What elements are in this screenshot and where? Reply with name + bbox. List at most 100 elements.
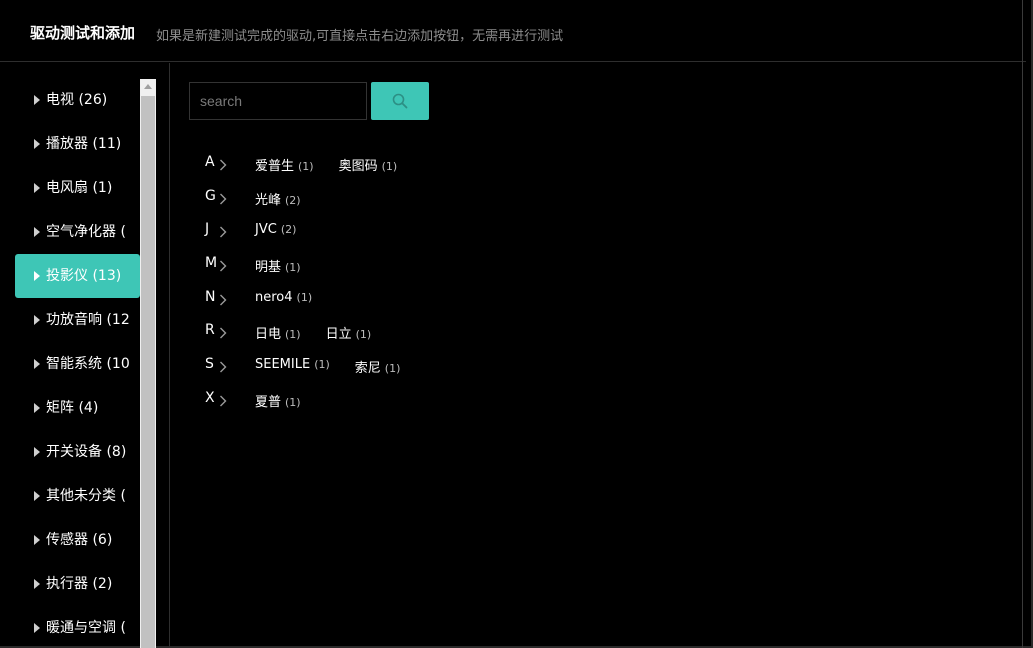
brand-link[interactable]: nero4 (1)	[255, 290, 312, 305]
sidebar-item[interactable]: 矩阵 (4)	[15, 386, 140, 430]
window-edge	[1022, 0, 1023, 648]
sidebar-item[interactable]: 传感器 (6)	[15, 518, 140, 562]
brand-link[interactable]: 奥图码 (1)	[339, 155, 398, 174]
brand-list: 夏普 (1)	[255, 391, 301, 410]
brand-name: 光峰	[255, 192, 282, 208]
brand-name: 奥图码	[338, 159, 378, 174]
brand-link[interactable]: 日电 (1)	[255, 323, 301, 342]
group-letter: M	[205, 255, 218, 272]
category-list: 电视 (26) 播放器 (11) 电风扇 (1) 空气净化器 ( 投影仪 (13) 功放音…	[15, 78, 140, 648]
page-title: 驱动测试和添加	[30, 24, 136, 42]
page-header: 驱动测试和添加 如果是新建测试完成的驱动,可直接点击右边添加按钮，无需再进行测试	[0, 0, 1026, 62]
chevron-right-icon	[219, 190, 227, 209]
brand-list: nero4 (1)	[255, 290, 312, 305]
brand-count: (1)	[285, 328, 301, 342]
brand-count: (1)	[296, 290, 313, 304]
sidebar-item[interactable]: 投影仪 (13)	[15, 254, 140, 298]
sidebar-item[interactable]: 智能系统 (10	[15, 342, 140, 386]
sidebar-item[interactable]: 其他未分类 (	[15, 474, 140, 518]
caret-right-icon	[34, 359, 40, 369]
brand-list: SEEMILE (1) 索尼 (1)	[255, 357, 400, 376]
caret-right-icon	[34, 227, 40, 237]
search-button[interactable]	[371, 82, 429, 120]
group-letter: R	[205, 322, 215, 339]
sidebar-item-label: 投影仪 (13)	[46, 268, 122, 284]
sidebar-item-label: 空气净化器 (	[46, 224, 126, 240]
sidebar-item[interactable]: 播放器 (11)	[15, 122, 140, 166]
brand-list: 日电 (1) 日立 (1)	[255, 323, 371, 342]
app-window: 驱动测试和添加 如果是新建测试完成的驱动,可直接点击右边添加按钮，无需再进行测试…	[0, 0, 1033, 648]
brand-count: (1)	[384, 362, 401, 376]
category-sidebar: 电视 (26) 播放器 (11) 电风扇 (1) 空气净化器 ( 投影仪 (13) 功放音…	[0, 63, 170, 648]
brand-name: 夏普	[255, 394, 282, 410]
sidebar-item[interactable]: 功放音响 (12	[15, 298, 140, 342]
chevron-right-icon	[219, 291, 227, 310]
search-input[interactable]	[189, 82, 367, 120]
brand-name: nero4	[255, 289, 293, 305]
sidebar-item-label: 电风扇 (1)	[46, 180, 113, 196]
group-letter: X	[205, 389, 215, 406]
caret-right-icon	[34, 95, 40, 105]
brand-name: JVC	[255, 222, 277, 238]
brand-link[interactable]: 爱普生 (1)	[255, 155, 314, 174]
sidebar-item-label: 智能系统 (10	[46, 356, 130, 372]
group-letter: A	[205, 154, 215, 170]
chevron-right-icon	[219, 156, 227, 175]
brand-link[interactable]: SEEMILE (1)	[255, 357, 330, 376]
page-subtitle: 如果是新建测试完成的驱动,可直接点击右边添加按钮，无需再进行测试	[156, 29, 564, 44]
brand-list: 爱普生 (1) 奥图码 (1)	[255, 155, 397, 174]
brand-count: (1)	[298, 160, 314, 173]
brand-count: (1)	[285, 261, 301, 275]
brand-link[interactable]: JVC (2)	[255, 222, 296, 237]
brand-count: (1)	[355, 328, 372, 342]
brand-list: 明基 (1)	[255, 256, 301, 275]
brand-list: 光峰 (2)	[255, 189, 301, 208]
sidebar-item-label: 传感器 (6)	[46, 532, 113, 548]
chevron-right-icon	[219, 324, 227, 343]
sidebar-item[interactable]: 电风扇 (1)	[15, 166, 140, 210]
sidebar-item[interactable]: 执行器 (2)	[15, 562, 140, 606]
caret-right-icon	[34, 579, 40, 589]
sidebar-item-label: 功放音响 (12	[46, 312, 130, 328]
chevron-right-icon	[219, 257, 227, 276]
sidebar-item-label: 电视 (26)	[46, 92, 108, 108]
main-panel: A爱普生(1)奥图码(1)G光峰(2)JJVC(2)M明基(1)Nnero4(1…	[171, 63, 1022, 648]
group-letter: J	[205, 221, 210, 238]
brand-link[interactable]: 索尼 (1)	[355, 357, 401, 376]
brand-link[interactable]: 明基 (1)	[255, 256, 301, 275]
scrollbar-thumb[interactable]	[141, 96, 155, 648]
brand-name: 日电	[255, 327, 282, 343]
brand-link[interactable]: 日立 (1)	[326, 323, 372, 342]
caret-right-icon	[34, 623, 40, 633]
chevron-right-icon	[219, 223, 227, 242]
sidebar-item[interactable]: 电视 (26)	[15, 78, 140, 122]
sidebar-item-label: 开关设备 (8)	[46, 444, 127, 460]
caret-right-icon	[34, 271, 40, 281]
sidebar-item-label: 其他未分类 (	[46, 488, 126, 504]
sidebar-item[interactable]: 空气净化器 (	[15, 210, 140, 254]
sidebar-item[interactable]: 开关设备 (8)	[15, 430, 140, 474]
brand-count: (1)	[314, 358, 330, 372]
sidebar-scrollbar[interactable]	[140, 79, 156, 648]
brand-name: 明基	[255, 260, 282, 276]
sidebar-item-label: 执行器 (2)	[46, 576, 113, 592]
sidebar-item[interactable]: 暖通与空调 (	[15, 606, 140, 648]
group-letter: N	[205, 288, 216, 305]
sidebar-item-label: 矩阵 (4)	[46, 400, 99, 416]
group-letter: G	[205, 187, 216, 204]
brand-link[interactable]: 夏普 (1)	[255, 391, 301, 410]
caret-right-icon	[34, 183, 40, 193]
brand-count: (1)	[381, 160, 398, 173]
caret-right-icon	[34, 447, 40, 457]
brand-name: 日立	[325, 327, 352, 343]
group-letter: S	[205, 356, 214, 373]
scroll-up-arrow-icon[interactable]	[144, 84, 152, 89]
brand-name: 索尼	[354, 361, 381, 377]
sidebar-item-label: 播放器 (11)	[46, 136, 122, 152]
brand-count: (1)	[285, 395, 301, 409]
caret-right-icon	[34, 315, 40, 325]
caret-right-icon	[34, 403, 40, 413]
sidebar-item-label: 暖通与空调 (	[46, 620, 126, 636]
chevron-right-icon	[219, 392, 227, 411]
brand-link[interactable]: 光峰 (2)	[255, 189, 301, 208]
